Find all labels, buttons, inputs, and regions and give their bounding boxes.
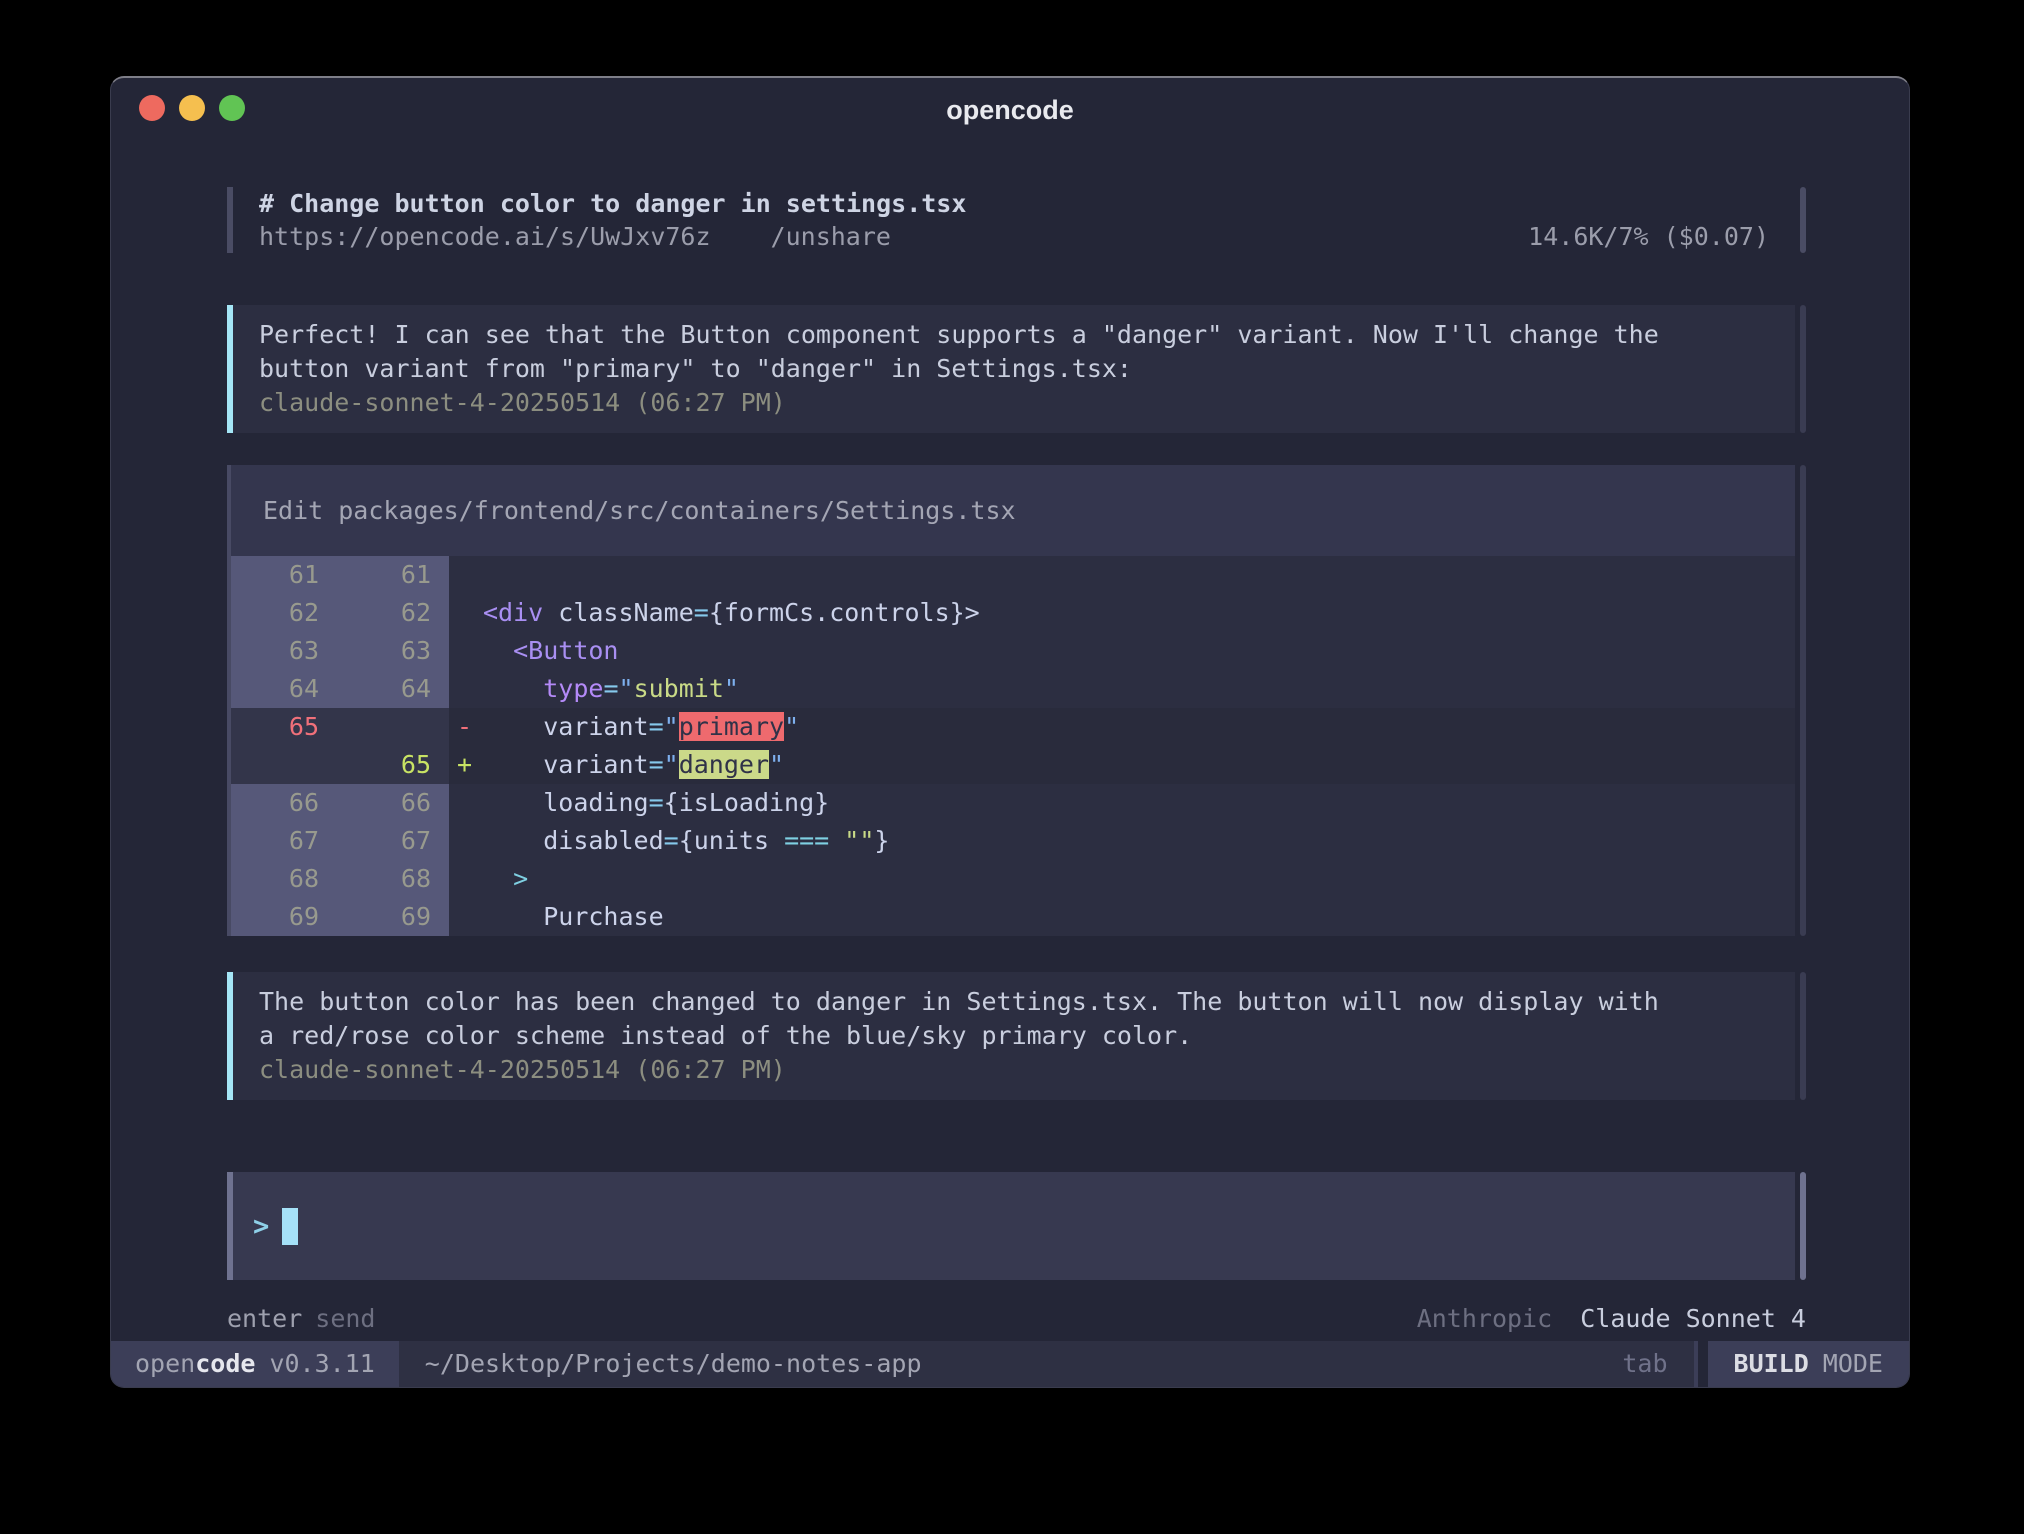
code-line: variant="danger" [483,746,784,784]
code-line: type="submit" [483,670,739,708]
prompt-input-row: > [227,1172,1806,1280]
diff-marker [449,556,483,594]
enter-key-hint: enter [227,1302,302,1336]
model-name: Claude Sonnet 4 [1580,1304,1806,1333]
message-model-timestamp: claude-sonnet-4-20250514 (06:27 PM) [259,386,1769,420]
old-line-number: 61 [231,556,337,594]
message-text: button variant from "primary" to "danger… [259,352,1769,386]
message-text: a red/rose color scheme instead of the b… [259,1019,1769,1053]
diff-marker [449,594,483,632]
new-line-number: 64 [337,670,449,708]
app-version-badge: opencode v0.3.11 [111,1341,399,1387]
edit-card-rail [1800,465,1806,936]
message-text: The button color has been changed to dan… [259,985,1769,1019]
diff-row: 65+ variant="danger" [231,746,1795,784]
diff-marker: + [449,746,483,784]
diff-marker [449,822,483,860]
diff-row: 6666 loading={isLoading} [231,784,1795,822]
old-line-number: 68 [231,860,337,898]
text-cursor [282,1208,298,1245]
old-line-number: 64 [231,670,337,708]
mode-label: BUILD [1734,1349,1809,1378]
diff-row: 6969 Purchase [231,898,1795,936]
diff-row: 6161 [231,556,1795,594]
message-rail [1800,305,1806,433]
code-line: disabled={units === ""} [483,822,889,860]
status-bar: opencode v0.3.11 ~/Desktop/Projects/demo-… [111,1341,1909,1387]
conversation-area: # Change button color to danger in setti… [111,187,1909,1336]
mode-suffix: MODE [1823,1349,1883,1378]
app-name-open: open [135,1349,195,1378]
new-line-number: 65 [337,746,449,784]
opencode-window: opencode # Change button color to danger… [110,76,1910,1388]
tab-key-hint: tab [1622,1341,1667,1387]
message-text: Perfect! I can see that the Button compo… [259,318,1769,352]
diff-row: 6262 <div className={formCs.controls}> [231,594,1795,632]
prompt-input[interactable]: > [227,1172,1795,1280]
model-provider: Anthropic [1417,1304,1552,1333]
new-line-number: 68 [337,860,449,898]
old-line-number: 69 [231,898,337,936]
old-line-number: 63 [231,632,337,670]
assistant-message: The button color has been changed to dan… [227,972,1806,1100]
old-line-number [231,746,337,784]
new-line-number: 61 [337,556,449,594]
prompt-icon: > [253,1211,269,1242]
code-line: <Button [483,632,618,670]
new-line-number: 67 [337,822,449,860]
message-rail [1800,972,1806,1100]
share-url[interactable]: https://opencode.ai/s/UwJxv76z [259,220,711,253]
diff-marker [449,860,483,898]
diff-row: 6464 type="submit" [231,670,1795,708]
code-line: variant="primary" [483,708,799,746]
diff-marker: - [449,708,483,746]
new-line-number: 66 [337,784,449,822]
old-line-number: 62 [231,594,337,632]
session-header-rail [1800,187,1806,253]
hints-row: enter send Anthropic Claude Sonnet 4 [227,1302,1806,1336]
token-usage: 14.6K/7% ($0.07) [1528,220,1795,253]
code-line: loading={isLoading} [483,784,829,822]
diff-marker [449,632,483,670]
app-version: v0.3.11 [269,1349,374,1378]
prompt-input-rail [1800,1172,1806,1280]
new-line-number: 69 [337,898,449,936]
working-directory: ~/Desktop/Projects/demo-notes-app [425,1341,922,1387]
diff-row: 6767 disabled={units === ""} [231,822,1795,860]
diff-row: 65 - variant="primary" [231,708,1795,746]
unshare-command: /unshare [771,220,891,253]
session-header: # Change button color to danger in setti… [227,187,1806,253]
old-line-number: 65 [231,708,337,746]
send-action-hint: send [315,1302,375,1336]
titlebar: opencode [111,78,1909,138]
code-line: <div className={formCs.controls}> [483,594,980,632]
diff-row: 6363 <Button [231,632,1795,670]
session-title: # Change button color to danger in setti… [259,187,1795,220]
diff-marker [449,898,483,936]
old-line-number: 67 [231,822,337,860]
message-model-timestamp: claude-sonnet-4-20250514 (06:27 PM) [259,1053,1769,1087]
app-name-code: code [195,1349,255,1378]
diff-row: 6868 > [231,860,1795,898]
old-line-number: 66 [231,784,337,822]
new-line-number [337,708,449,746]
code-line: Purchase [483,898,664,936]
diff-rows: 61616262 <div className={formCs.controls}… [231,556,1795,936]
diff-marker [449,670,483,708]
diff-marker [449,784,483,822]
mode-badge: BUILD MODE [1708,1341,1909,1387]
mode-segment-gap [1698,1341,1708,1387]
edit-file-title: Edit packages/frontend/src/containers/Se… [231,465,1795,556]
assistant-message: Perfect! I can see that the Button compo… [227,305,1806,433]
new-line-number: 63 [337,632,449,670]
window-title: opencode [111,78,1909,138]
code-line: > [483,860,528,898]
new-line-number: 62 [337,594,449,632]
edit-tool-card: Edit packages/frontend/src/containers/Se… [227,465,1806,936]
